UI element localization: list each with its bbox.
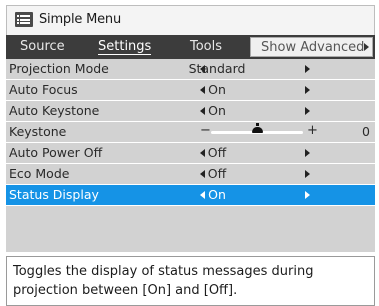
row-value: Off [207, 166, 227, 181]
tab-tools-label: Tools [190, 39, 223, 54]
arrow-right-icon[interactable] [305, 191, 310, 199]
arrow-right-icon[interactable] [305, 170, 310, 178]
show-advanced-button[interactable]: Show Advanced [250, 37, 373, 57]
arrow-right-icon[interactable] [305, 149, 310, 157]
tab-source[interactable]: Source [12, 35, 90, 59]
row-projection-mode[interactable]: Projection Mode Standard [6, 59, 375, 80]
row-value: On [208, 82, 226, 97]
row-auto-power-off[interactable]: Auto Power Off Off [6, 143, 375, 164]
row-auto-focus[interactable]: Auto Focus On [6, 80, 375, 101]
window-title: Simple Menu [39, 12, 122, 27]
row-eco-mode[interactable]: Eco Mode Off [6, 164, 375, 185]
chevron-right-icon [364, 43, 369, 51]
menu-list-icon [15, 12, 33, 27]
row-value: On [208, 187, 226, 202]
plus-icon[interactable]: + [307, 123, 318, 138]
row-auto-keystone[interactable]: Auto Keystone On [6, 101, 375, 122]
simple-menu-window: Simple Menu Source Settings Tools Show A… [0, 0, 379, 306]
tab-bar: Source Settings Tools Show Advanced [6, 35, 375, 59]
row-label: Auto Keystone [9, 103, 100, 118]
arrow-right-icon[interactable] [305, 86, 310, 94]
keystone-value: 0 [362, 124, 370, 139]
row-status-display[interactable]: Status Display On [6, 185, 375, 206]
row-value: On [208, 103, 226, 118]
tab-source-label: Source [20, 39, 65, 54]
tab-settings[interactable]: Settings [92, 35, 168, 59]
row-value: Off [207, 145, 227, 160]
row-label: Status Display [9, 187, 99, 202]
row-label: Projection Mode [9, 61, 109, 76]
row-keystone[interactable]: Keystone − + 0 [6, 122, 375, 143]
arrow-right-icon[interactable] [305, 65, 310, 73]
title-bar: Simple Menu [6, 5, 375, 35]
arrow-right-icon[interactable] [305, 107, 310, 115]
tab-settings-label: Settings [98, 39, 152, 55]
row-label: Auto Power Off [9, 145, 103, 160]
row-label: Auto Focus [9, 82, 78, 97]
minus-icon[interactable]: − [200, 123, 211, 138]
row-value: Standard [188, 61, 246, 76]
row-label: Eco Mode [9, 166, 70, 181]
settings-list: Projection Mode Standard Auto Focus On A… [6, 59, 375, 252]
tab-tools[interactable]: Tools [174, 35, 246, 59]
slider-handle[interactable] [251, 123, 263, 133]
show-advanced-label: Show Advanced [261, 40, 365, 55]
row-label: Keystone [9, 124, 67, 139]
description-text: Toggles the display of status messages d… [13, 264, 314, 298]
